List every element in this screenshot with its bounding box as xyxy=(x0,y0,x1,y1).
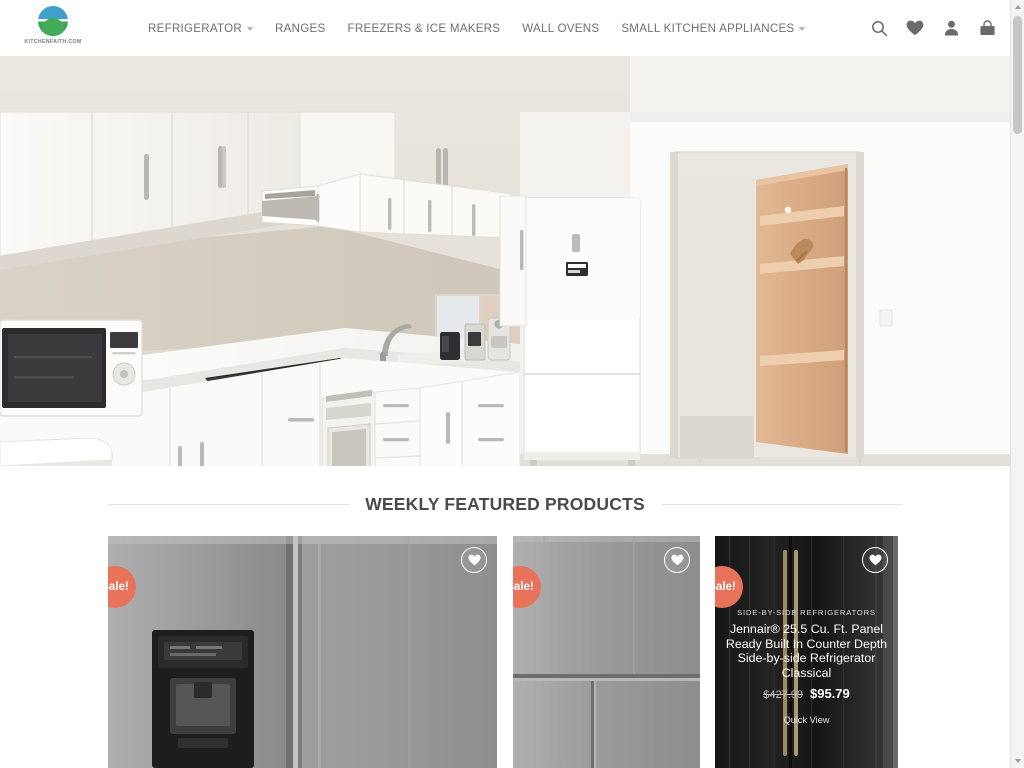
logo-text: KITCHENFAITH.COM xyxy=(24,39,82,45)
scroll-up-button[interactable] xyxy=(1011,0,1024,14)
page-scrollbar[interactable] xyxy=(1010,0,1024,768)
product-card[interactable]: SIDE-BY-SIDE REFRIGERATORS Jennair® 25.5… xyxy=(715,536,898,768)
product-price-row: $427.99 $95.79 xyxy=(763,686,850,701)
product-title[interactable]: Jennair® 25.5 Cu. Ft. Panel Ready Built … xyxy=(724,622,889,680)
wishlist-button[interactable] xyxy=(664,547,690,573)
nav-label: FREEZERS & ICE MAKERS xyxy=(347,21,501,35)
hero-banner[interactable] xyxy=(0,56,1010,466)
nav-item-freezers-ice-makers[interactable]: FREEZERS & ICE MAKERS xyxy=(337,22,512,35)
cart-bag-icon[interactable] xyxy=(978,19,996,37)
product-image xyxy=(108,536,497,768)
product-card[interactable]: Sale! xyxy=(108,536,497,768)
wishlist-heart-icon[interactable] xyxy=(906,19,924,37)
chevron-down-icon xyxy=(1014,759,1021,763)
heart-icon xyxy=(670,554,684,566)
scrollbar-thumb[interactable] xyxy=(1013,16,1022,134)
chevron-down-icon xyxy=(799,27,806,31)
section-title: WEEKLY FEATURED PRODUCTS xyxy=(365,494,645,514)
main-navigation: REFRIGERATOR RANGES FREEZERS & ICE MAKER… xyxy=(148,0,816,56)
heart-icon xyxy=(868,554,882,566)
hero-kitchen-image xyxy=(0,56,1010,466)
site-logo[interactable]: KITCHENFAITH.COM xyxy=(22,6,84,45)
side-by-side-refrigerator-image xyxy=(108,536,497,768)
nav-item-small-kitchen-appliances[interactable]: SMALL KITCHEN APPLIANCES xyxy=(610,22,816,35)
page-root: KITCHENFAITH.COM REFRIGERATOR RANGES FRE… xyxy=(0,0,1024,768)
browser-viewport: KITCHENFAITH.COM REFRIGERATOR RANGES FRE… xyxy=(0,0,1010,768)
price-sale: $95.79 xyxy=(810,686,850,702)
chevron-down-icon xyxy=(247,27,254,31)
product-card[interactable]: Sale! xyxy=(513,536,700,768)
chevron-up-icon xyxy=(1014,5,1021,9)
product-card-grid: Sale! xyxy=(108,536,902,768)
nav-label: REFRIGERATOR xyxy=(148,21,243,35)
title-rule-right xyxy=(660,504,903,505)
nav-label: RANGES xyxy=(275,21,326,35)
weekly-featured-section: WEEKLY FEATURED PRODUCTS ale! ale! SIDE-… xyxy=(0,466,1010,768)
product-category[interactable]: SIDE-BY-SIDE REFRIGERATORS xyxy=(737,608,876,617)
nav-item-wall-ovens[interactable]: WALL OVENS xyxy=(511,22,610,35)
account-user-icon[interactable] xyxy=(942,19,960,37)
header-icon-group xyxy=(870,0,996,56)
nav-label: WALL OVENS xyxy=(522,21,600,35)
circle-logo-icon xyxy=(38,6,68,36)
wishlist-button[interactable] xyxy=(461,547,487,573)
scroll-down-button[interactable] xyxy=(1011,754,1024,768)
quick-view-button[interactable]: Quick View xyxy=(784,715,830,725)
site-header: KITCHENFAITH.COM REFRIGERATOR RANGES FRE… xyxy=(0,0,1010,56)
heart-icon xyxy=(467,554,481,566)
search-icon[interactable] xyxy=(870,19,888,37)
nav-label: SMALL KITCHEN APPLIANCES xyxy=(621,21,795,35)
nav-item-refrigerator[interactable]: REFRIGERATOR xyxy=(148,22,264,35)
nav-item-ranges[interactable]: RANGES xyxy=(264,22,336,35)
title-rule-left xyxy=(108,504,350,505)
section-title-row: WEEKLY FEATURED PRODUCTS xyxy=(108,494,903,515)
wishlist-button[interactable] xyxy=(862,547,888,573)
price-original: $427.99 xyxy=(763,689,803,702)
